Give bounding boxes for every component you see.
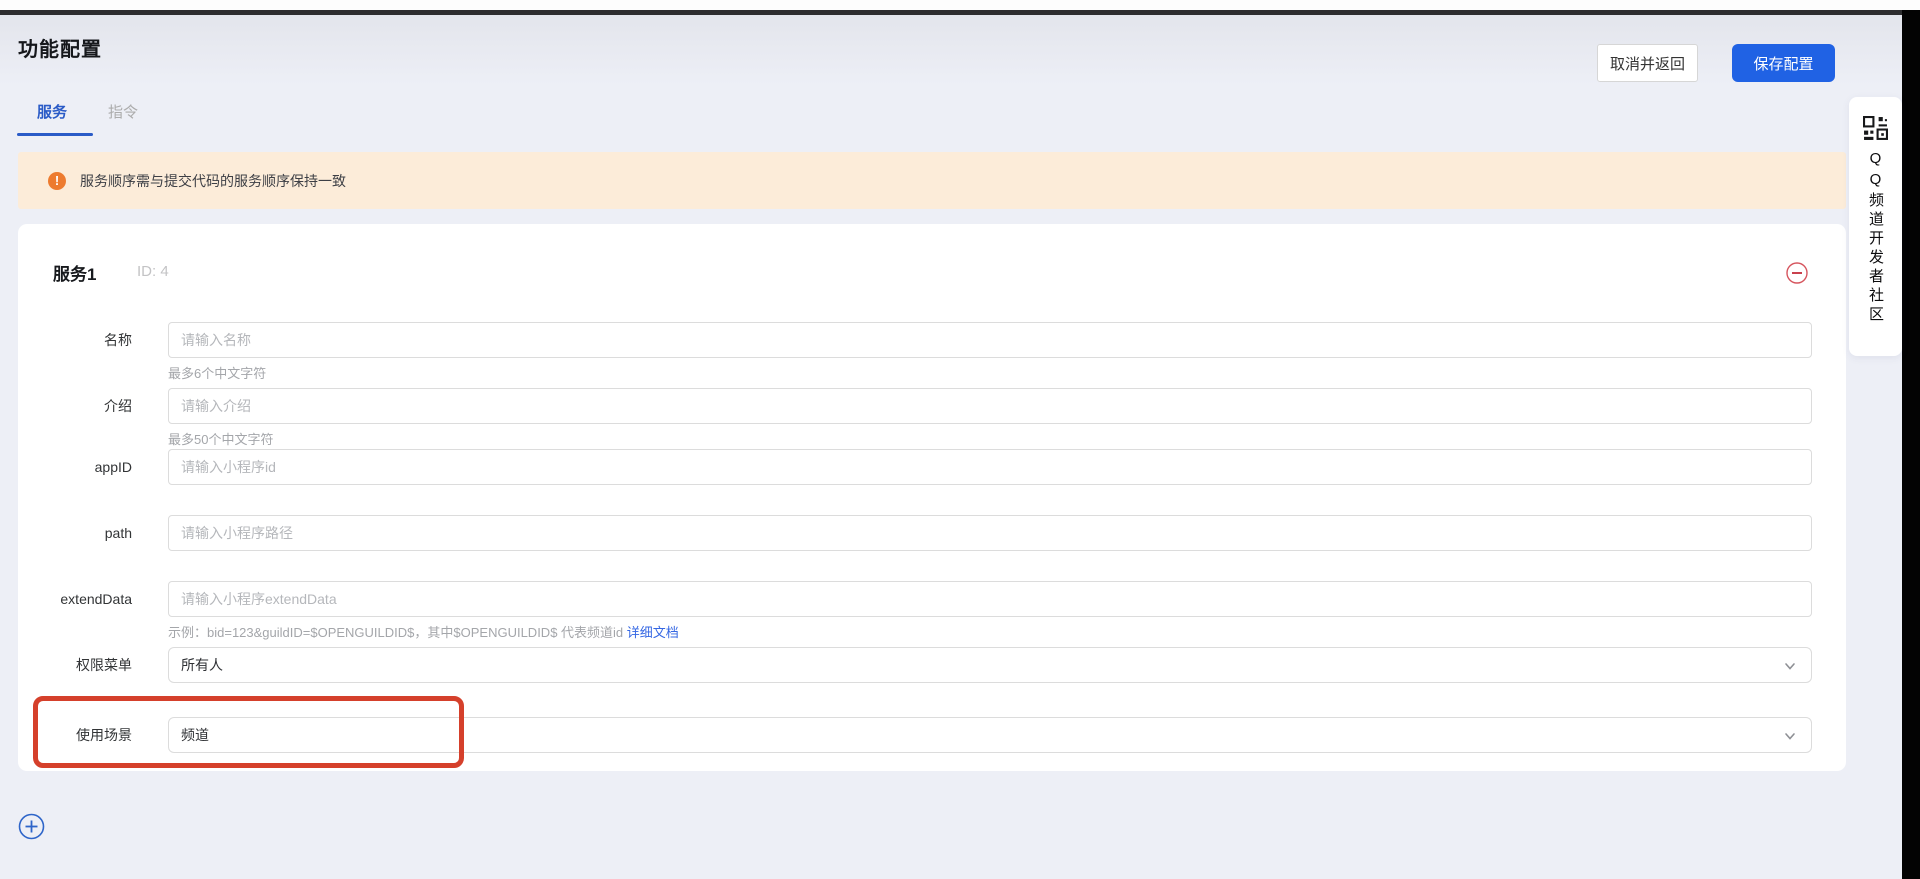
form-row-path: path: [18, 515, 1846, 551]
name-input[interactable]: [168, 322, 1812, 358]
tab-service[interactable]: 服务: [37, 101, 67, 122]
field-label: 名称: [18, 322, 132, 358]
tab-command[interactable]: 指令: [108, 101, 138, 122]
warning-banner: ! 服务顺序需与提交代码的服务顺序保持一致: [18, 152, 1846, 209]
extenddata-hint: 示例：bid=123&guildID=$OPENGUILDID$，其中$OPEN…: [168, 622, 679, 641]
field-label: appID: [18, 449, 132, 485]
path-input[interactable]: [168, 515, 1812, 551]
cancel-return-button[interactable]: 取消并返回: [1597, 44, 1698, 82]
extenddata-hint-text: 示例：bid=123&guildID=$OPENGUILDID$，其中$OPEN…: [168, 625, 623, 640]
field-label: 介绍: [18, 388, 132, 424]
warning-icon: !: [48, 172, 66, 190]
minus-circle-icon: [1786, 262, 1808, 284]
qr-code-icon: [1863, 116, 1888, 141]
name-hint: 最多6个中文字符: [168, 363, 266, 382]
form-row-extenddata: extendData: [18, 581, 1846, 617]
field-label: path: [18, 515, 132, 551]
form-row-scene: 使用场景 频道: [18, 717, 1846, 753]
top-strip: [0, 0, 1920, 10]
service-card: 服务1 ID: 4 名称 最多6个中文字符 介绍 最多50个中文字符 appID…: [18, 224, 1846, 771]
warning-text: 服务顺序需与提交代码的服务顺序保持一致: [80, 171, 346, 191]
field-label: extendData: [18, 581, 132, 617]
chevron-down-icon: [1783, 729, 1797, 743]
permission-select-value: 所有人: [181, 655, 223, 675]
field-label: 使用场景: [18, 717, 132, 753]
intro-hint: 最多50个中文字符: [168, 429, 273, 448]
permission-select[interactable]: 所有人: [168, 647, 1812, 683]
right-edge-strip: [1902, 10, 1920, 879]
remove-service-button[interactable]: [1786, 262, 1808, 284]
form-row-appid: appID: [18, 449, 1846, 485]
chevron-down-icon: [1783, 659, 1797, 673]
form-row-permission: 权限菜单 所有人: [18, 647, 1846, 683]
scene-select-value: 频道: [181, 725, 209, 745]
service-card-title: 服务1: [53, 260, 96, 285]
community-side-panel[interactable]: QQ频道开发者社区: [1849, 97, 1902, 356]
form-row-intro: 介绍: [18, 388, 1846, 424]
add-service-button[interactable]: [18, 813, 45, 840]
community-panel-label: QQ频道开发者社区: [1868, 150, 1883, 325]
intro-input[interactable]: [168, 388, 1812, 424]
save-config-button[interactable]: 保存配置: [1732, 44, 1835, 82]
field-label: 权限菜单: [18, 647, 132, 683]
scene-select[interactable]: 频道: [168, 717, 1812, 753]
service-id: ID: 4: [137, 263, 169, 280]
appid-input[interactable]: [168, 449, 1812, 485]
extenddata-input[interactable]: [168, 581, 1812, 617]
doc-link[interactable]: 详细文档: [627, 625, 679, 640]
page: 功能配置 取消并返回 保存配置 服务 指令 ! 服务顺序需与提交代码的服务顺序保…: [0, 0, 1920, 879]
active-tab-underline: [17, 133, 93, 136]
page-title: 功能配置: [18, 33, 102, 62]
plus-circle-icon: [18, 813, 45, 840]
form-row-name: 名称: [18, 322, 1846, 358]
